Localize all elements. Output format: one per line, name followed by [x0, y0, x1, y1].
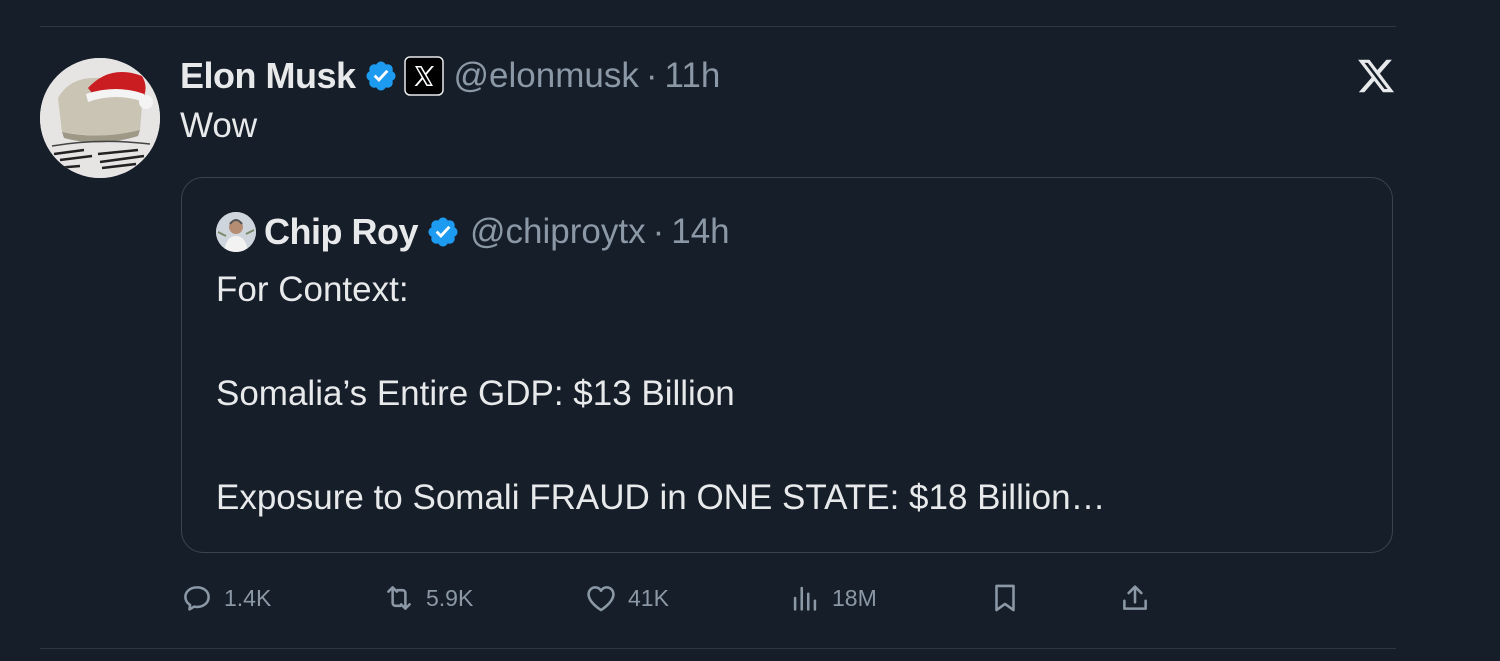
like-button[interactable]: 41K — [584, 578, 669, 618]
views-count: 18M — [832, 584, 877, 611]
author-handle[interactable]: @elonmusk — [454, 56, 639, 96]
author-name[interactable]: Elon Musk — [180, 55, 356, 97]
repost-count: 5.9K — [426, 584, 474, 611]
tweet-header: Elon Musk @elonmusk · 11h — [180, 52, 720, 100]
avatar-santa-hat-icon — [40, 58, 160, 178]
reply-button[interactable]: 1.4K — [180, 578, 271, 618]
quoted-verified-badge-icon — [426, 215, 460, 249]
top-divider — [40, 26, 1396, 27]
quoted-separator-dot: · — [652, 212, 665, 251]
quoted-tweet-header: Chip Roy @chiproytx · 14h — [216, 208, 730, 256]
views-button[interactable]: 18M — [788, 578, 877, 618]
quoted-author-handle[interactable]: @chiproytx — [470, 212, 646, 252]
quoted-text-line: Somalia’s Entire GDP: $13 Billion — [216, 374, 735, 413]
share-button[interactable] — [1118, 578, 1152, 618]
like-count: 41K — [628, 584, 669, 611]
quoted-timestamp[interactable]: 14h — [671, 212, 729, 252]
tweet-action-bar: 1.4K 5.9K 41K 18M — [180, 578, 1160, 618]
heart-icon — [587, 586, 615, 612]
tweet-timestamp[interactable]: 11h — [665, 56, 721, 96]
quoted-tweet-card[interactable]: Chip Roy @chiproytx · 14h For Context: S… — [181, 177, 1393, 553]
tweet-text: Wow — [180, 106, 258, 145]
repost-button[interactable]: 5.9K — [382, 578, 473, 618]
tweet-view: Elon Musk @elonmusk · 11h Wow Chip Roy @… — [0, 0, 1500, 661]
x-affiliation-icon[interactable] — [403, 56, 444, 96]
verified-badge-icon[interactable] — [364, 59, 398, 93]
quoted-author-name[interactable]: Chip Roy — [264, 211, 419, 253]
bookmark-icon — [995, 584, 1015, 612]
quoted-text-line: For Context: — [216, 270, 409, 309]
reply-icon — [184, 586, 210, 611]
x-logo-icon[interactable] — [1356, 56, 1396, 96]
quoted-avatar-photo-icon — [216, 212, 256, 252]
quoted-text-line: Exposure to Somali FRAUD in ONE STATE: $… — [216, 478, 1106, 517]
quoted-author-avatar — [216, 212, 256, 252]
share-icon — [1123, 585, 1147, 610]
separator-dot: · — [645, 56, 658, 95]
reply-count: 1.4K — [224, 584, 272, 611]
bottom-divider — [40, 648, 1396, 649]
views-chart-icon — [793, 586, 817, 611]
repost-icon — [387, 586, 411, 610]
author-avatar[interactable] — [40, 58, 160, 178]
bookmark-button[interactable] — [988, 578, 1022, 618]
